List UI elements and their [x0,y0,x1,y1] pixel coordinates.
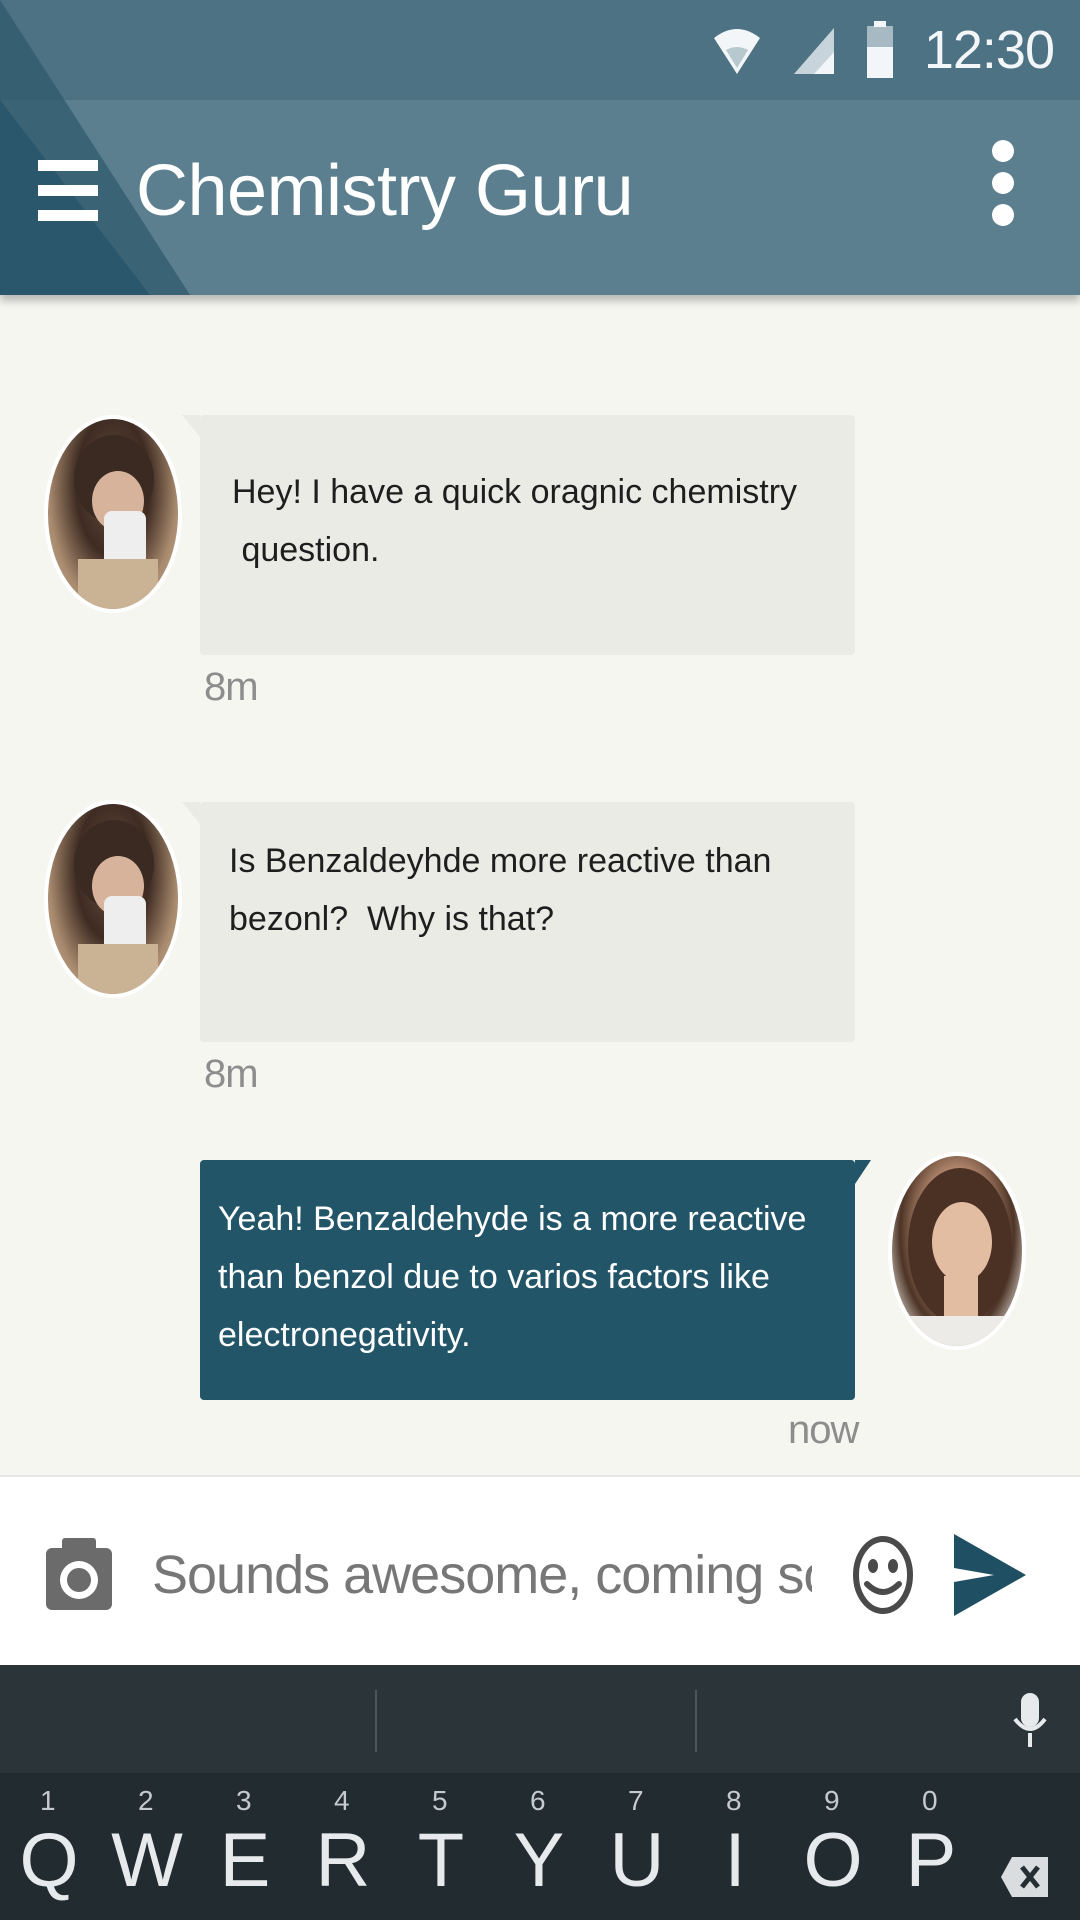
status-bar: 12:30 [0,0,1080,100]
key-number: 9 [824,1785,840,1816]
battery-icon [866,21,893,78]
key-i[interactable]: 8I [686,1773,784,1920]
status-time: 12:30 [923,20,1055,80]
message-timestamp: now [788,1408,859,1452]
key-y[interactable]: 6Y [490,1773,588,1920]
message-line: Yeah! Benzaldehyde is a more reactive [218,1200,807,1238]
user-avatar[interactable] [44,415,182,613]
key-letter: U [609,1818,665,1903]
key-letter: E [219,1818,271,1903]
message-timestamp: 8m [204,1052,259,1096]
message-line: Is Benzaldeyhde more reactive than [229,842,772,880]
avatar-girl-illustration [74,820,158,994]
microphone-icon[interactable] [1010,1691,1050,1751]
key-number: 8 [726,1785,742,1816]
app-title: Chemistry Guru [136,151,634,231]
message-bubble-incoming: Is Benzaldeyhde more reactive than bezon… [182,802,855,1042]
key-letter: P [905,1818,957,1903]
message-input[interactable] [152,1535,812,1615]
key-number: 0 [922,1785,938,1816]
message-line: Hey! I have a quick oragnic chemistry [232,473,798,511]
more-vertical-icon[interactable] [985,140,1021,240]
key-number: 5 [432,1785,448,1816]
key-number: 2 [138,1785,154,1816]
key-r[interactable]: 4R [294,1773,392,1920]
key-w[interactable]: 2W [98,1773,196,1920]
message-bubble-outgoing: Yeah! Benzaldehyde is a more reactive th… [200,1160,871,1400]
keyboard-row-qwerty: 1Q 2W 3E 4R 5T 6Y 7U 8I 9O 0P [0,1773,1080,1920]
key-e[interactable]: 3E [196,1773,294,1920]
key-letter: Q [19,1818,79,1903]
key-letter: I [724,1818,746,1903]
wifi-icon [713,29,760,74]
key-number: 6 [530,1785,546,1816]
key-letter: R [315,1818,371,1903]
user-avatar[interactable] [44,800,182,998]
message-composer [0,1475,1080,1665]
message-timestamp: 8m [204,665,259,709]
key-letter: T [417,1818,465,1903]
key-p[interactable]: 0P [882,1773,980,1920]
message-line: bezonl? Why is that? [229,900,555,938]
send-icon[interactable] [950,1530,1028,1620]
backspace-icon[interactable] [1000,1855,1050,1899]
key-number: 3 [236,1785,252,1816]
chat-screen: 12:30 Chemistry Guru Hey! I have a quick… [0,0,1080,1920]
key-u[interactable]: 7U [588,1773,686,1920]
keyboard: 1Q 2W 3E 4R 5T 6Y 7U 8I 9O 0P [0,1665,1080,1920]
suggestion-divider [695,1690,697,1752]
key-letter: Y [513,1818,565,1903]
camera-icon[interactable] [44,1530,114,1620]
tutor-avatar[interactable] [888,1152,1026,1350]
key-number: 1 [40,1785,56,1816]
key-q[interactable]: 1Q [0,1773,98,1920]
message-line: question. [232,531,380,569]
key-t[interactable]: 5T [392,1773,490,1920]
avatar-woman-illustration [902,1168,1020,1346]
key-o[interactable]: 9O [784,1773,882,1920]
suggestion-divider [375,1690,377,1752]
key-number: 4 [334,1785,350,1816]
key-letter: O [803,1818,863,1903]
key-number: 7 [628,1785,644,1816]
message-line: electronegativity. [218,1316,471,1354]
message-bubble-incoming: Hey! I have a quick oragnic chemistry qu… [182,415,855,655]
avatar-girl-illustration [74,435,158,609]
emoji-icon[interactable] [852,1534,914,1616]
cell-signal-icon [793,28,834,74]
message-line: than benzol due to varios factors like [218,1258,770,1296]
suggestion-bar [0,1665,1080,1773]
hamburger-menu-icon[interactable] [38,160,100,226]
key-letter: W [111,1818,183,1903]
